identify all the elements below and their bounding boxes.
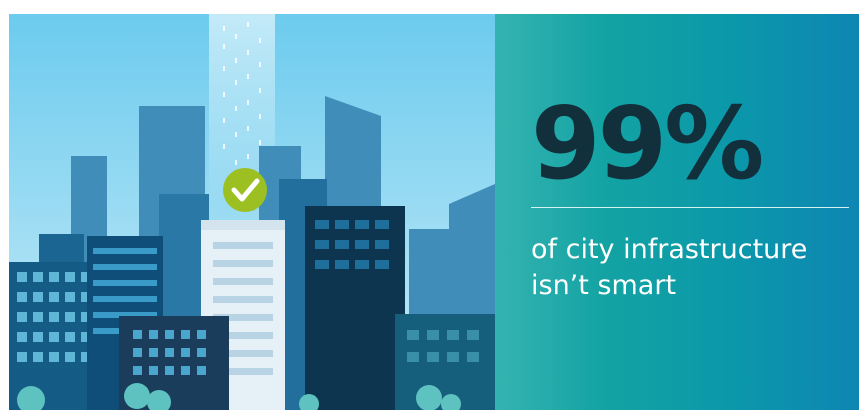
city-skyline-illustration xyxy=(9,14,495,410)
front-building-right xyxy=(395,314,495,410)
check-badge-icon xyxy=(223,168,267,212)
caption-line-2: isn’t smart xyxy=(531,270,677,301)
statistic-value: 99% xyxy=(531,85,764,202)
caption-line-1: of city infrastructure xyxy=(531,234,808,265)
statistic-caption: of city infrastructure isn’t smart xyxy=(531,232,807,304)
infographic-banner: 99% of city infrastructure isn’t smart xyxy=(0,0,859,410)
divider-line xyxy=(531,207,849,208)
dark-right-tower xyxy=(305,206,405,410)
statistic-panel: 99% of city infrastructure isn’t smart xyxy=(495,14,859,410)
city-skyline-svg xyxy=(9,14,495,410)
